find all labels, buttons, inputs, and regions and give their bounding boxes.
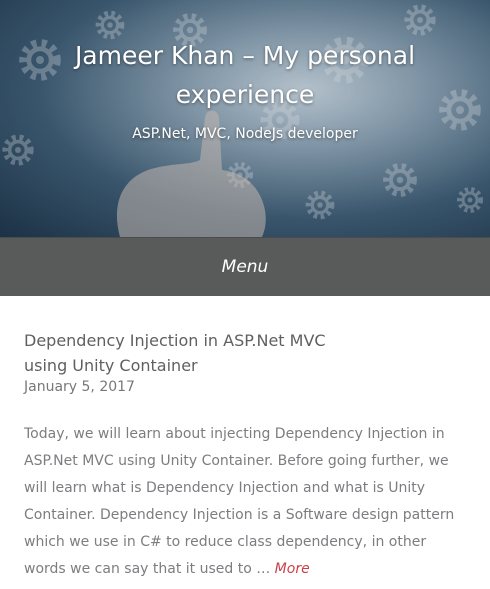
main-content: Dependency Injection in ASP.Net MVC usin… [0, 296, 490, 583]
menu-toggle-button[interactable]: Menu [216, 256, 275, 278]
post-title[interactable]: Dependency Injection in ASP.Net MVC usin… [24, 328, 369, 378]
blog-post: Dependency Injection in ASP.Net MVC usin… [0, 296, 490, 583]
site-description: ASP.Net, MVC, NodeJs developer [132, 126, 358, 142]
post-date[interactable]: January 5, 2017 [24, 379, 466, 395]
post-excerpt: Today, we will learn about injecting Dep… [24, 421, 470, 583]
site-header: Jameer Khan – My personal experience ASP… [0, 0, 490, 237]
site-title[interactable]: Jameer Khan – My personal experience [30, 36, 460, 114]
post-excerpt-text: Today, we will learn about injecting Dep… [24, 426, 455, 577]
navigation-bar: Menu [0, 237, 490, 296]
read-more-link[interactable]: More [275, 561, 310, 577]
